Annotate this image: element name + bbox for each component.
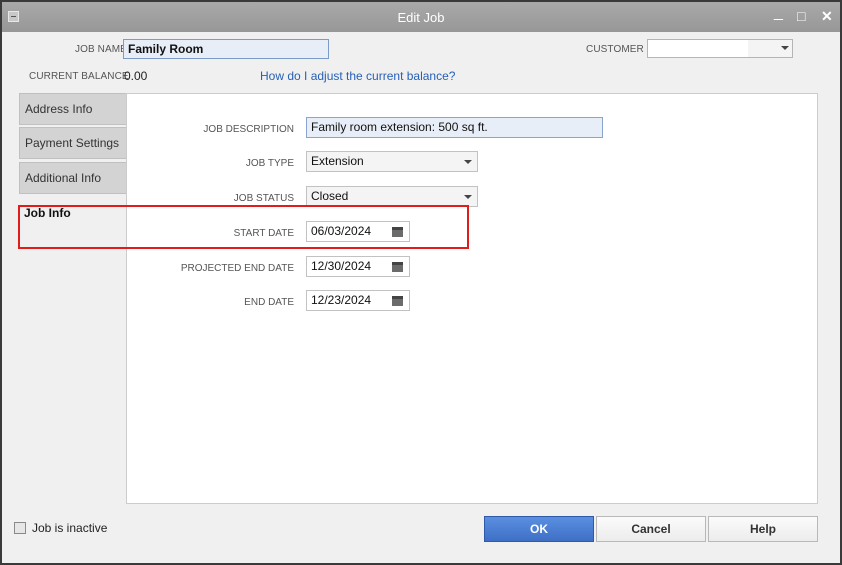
calendar-icon[interactable] — [392, 262, 403, 272]
tab-address-info[interactable]: Address Info — [19, 93, 126, 125]
calendar-icon[interactable] — [392, 296, 403, 306]
job-type-label: JOB TYPE — [245, 158, 294, 169]
current-balance-label: CURRENT BALANCE — [29, 71, 129, 82]
end-date-label: END DATE — [244, 297, 294, 308]
cancel-button[interactable]: Cancel — [596, 516, 706, 542]
job-status-label: JOB STATUS — [233, 193, 294, 204]
ok-button[interactable]: OK — [484, 516, 594, 542]
current-balance-value: 0.00 — [124, 69, 148, 83]
projected-end-date-value: 12/30/2024 — [311, 259, 372, 273]
job-name-input[interactable]: Family Room — [123, 39, 329, 59]
end-date-input[interactable]: 12/23/2024 — [306, 290, 410, 311]
job-inactive-checkbox[interactable] — [14, 522, 26, 534]
end-date-value: 12/23/2024 — [311, 293, 372, 307]
tab-payment-settings[interactable]: Payment Settings — [19, 127, 126, 159]
job-description-label: JOB DESCRIPTION — [203, 124, 294, 135]
caret-down-icon — [464, 195, 472, 199]
job-inactive-label: Job is inactive — [32, 521, 108, 535]
help-button[interactable]: Help — [708, 516, 818, 542]
job-type-dropdown[interactable]: Extension — [306, 151, 478, 172]
title-bar: Edit Job _ □ ✕ — [2, 2, 840, 32]
customer-dropdown[interactable] — [647, 39, 793, 58]
maximize-button[interactable]: □ — [797, 8, 805, 24]
job-status-dropdown[interactable]: Closed — [306, 186, 478, 207]
job-name-label: JOB NAME — [75, 44, 127, 55]
tab-additional-info[interactable]: Additional Info — [19, 162, 126, 194]
projected-end-date-label: PROJECTED END DATE — [180, 263, 294, 274]
edit-job-window: Edit Job _ □ ✕ JOB NAME Family Room CUST… — [0, 0, 842, 565]
minimize-button[interactable]: _ — [774, 4, 783, 22]
highlight-box — [18, 205, 469, 249]
caret-down-icon — [781, 46, 789, 50]
projected-end-date-input[interactable]: 12/30/2024 — [306, 256, 410, 277]
job-status-value: Closed — [311, 189, 349, 203]
customer-dropdown-button[interactable] — [748, 40, 792, 57]
caret-down-icon — [464, 160, 472, 164]
job-description-input[interactable]: Family room extension: 500 sq ft. — [306, 117, 603, 138]
job-type-value: Extension — [311, 154, 364, 168]
tab-area-filler — [19, 229, 126, 503]
adjust-balance-link[interactable]: How do I adjust the current balance? — [260, 69, 455, 83]
close-button[interactable]: ✕ — [821, 8, 833, 25]
tab-label: Additional Info — [25, 171, 102, 185]
customer-label: CUSTOMER — [586, 44, 644, 55]
tab-label: Address Info — [25, 102, 93, 116]
tab-label: Payment Settings — [25, 136, 120, 150]
window-title: Edit Job — [397, 10, 445, 25]
